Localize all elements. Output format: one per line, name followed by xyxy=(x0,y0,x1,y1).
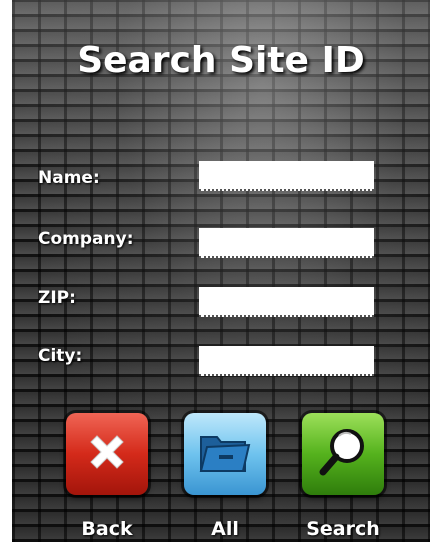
magnifier-icon xyxy=(315,424,371,484)
name-label: Name: xyxy=(38,168,100,188)
app-screen: Search Site ID Name: Company: ZIP: City: xyxy=(12,0,430,542)
search-button[interactable] xyxy=(302,413,384,495)
zip-field[interactable] xyxy=(199,287,374,317)
city-field[interactable] xyxy=(199,346,374,376)
back-button[interactable] xyxy=(66,413,148,495)
folder-icon xyxy=(197,427,253,481)
back-button-label: Back xyxy=(81,518,133,540)
city-label: City: xyxy=(38,346,83,366)
zip-label: ZIP: xyxy=(38,288,76,308)
all-button[interactable] xyxy=(184,413,266,495)
page-title: Search Site ID xyxy=(77,40,365,81)
search-button-label: Search xyxy=(306,518,380,540)
company-label: Company: xyxy=(38,229,134,249)
name-field[interactable] xyxy=(199,161,374,191)
all-button-label: All xyxy=(211,518,239,540)
company-field[interactable] xyxy=(199,228,374,258)
close-x-icon xyxy=(83,428,131,480)
